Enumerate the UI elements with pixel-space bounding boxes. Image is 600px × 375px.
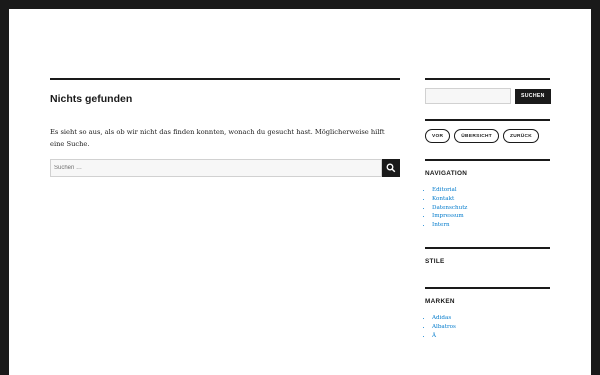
prev-button[interactable]: VOR <box>425 129 451 143</box>
page-title: Nichts gefunden <box>50 93 133 105</box>
brand-link-albatros[interactable]: Albatros <box>432 324 456 330</box>
main-content: Nichts gefunden Es sieht so aus, als ob … <box>50 78 400 177</box>
nav-link-datenschutz[interactable]: Datenschutz <box>432 205 467 211</box>
navigation-widget: NAVIGATION Editorial Kontakt Datenschutz… <box>425 159 550 230</box>
widget-divider <box>425 119 550 121</box>
nav-link-kontakt[interactable]: Kontakt <box>432 196 454 202</box>
nav-item-intern: Intern <box>432 221 550 230</box>
main-divider <box>50 78 400 80</box>
overview-button[interactable]: ÜBERSICHT <box>454 129 499 143</box>
navigation-list: Editorial Kontakt Datenschutz Impressum … <box>425 186 550 230</box>
widget-divider <box>425 159 550 161</box>
brands-list: Adidas Albatros Ä <box>425 314 550 340</box>
brands-widget: MARKEN Adidas Albatros Ä <box>425 286 550 340</box>
search-form <box>50 159 400 177</box>
nav-item-kontakt: Kontakt <box>432 195 550 204</box>
navigation-title: NAVIGATION <box>425 170 468 177</box>
brand-item-ae: Ä <box>432 332 550 341</box>
nav-item-editorial: Editorial <box>432 186 550 195</box>
back-button[interactable]: ZURÜCK <box>502 129 540 143</box>
widget-divider <box>425 286 550 289</box>
nav-link-intern[interactable]: Intern <box>432 222 450 228</box>
pager-widget: VOR ÜBERSICHT ZURÜCK <box>425 119 550 143</box>
brand-link-adidas[interactable]: Adidas <box>432 315 451 321</box>
styles-title: STILE <box>425 257 445 265</box>
styles-widget: STILE <box>425 246 550 267</box>
nav-item-impressum: Impressum <box>432 212 550 221</box>
sidebar-search-input[interactable] <box>425 88 511 104</box>
sidebar: SUCHEN VOR ÜBERSICHT ZURÜCK NAVIGATION E… <box>425 78 551 340</box>
sidebar-search-button[interactable]: SUCHEN <box>515 88 551 104</box>
widget-divider <box>425 246 550 249</box>
not-found-message: Es sieht so aus, als ob wir nicht das fi… <box>50 128 385 148</box>
brand-item-adidas: Adidas <box>432 314 550 323</box>
nav-link-impressum[interactable]: Impressum <box>432 213 464 219</box>
nav-item-datenschutz: Datenschutz <box>432 204 550 213</box>
brands-title: MARKEN <box>425 297 455 305</box>
nav-link-editorial[interactable]: Editorial <box>432 187 457 193</box>
sidebar-search-widget: SUCHEN <box>425 78 551 104</box>
widget-divider <box>425 78 550 80</box>
search-icon <box>386 163 396 173</box>
search-input[interactable] <box>50 159 382 177</box>
brand-item-albatros: Albatros <box>432 323 550 332</box>
page: Nichts gefunden Es sieht so aus, als ob … <box>9 9 591 375</box>
search-submit-button[interactable] <box>382 159 400 177</box>
brand-link-ae[interactable]: Ä <box>432 333 436 339</box>
